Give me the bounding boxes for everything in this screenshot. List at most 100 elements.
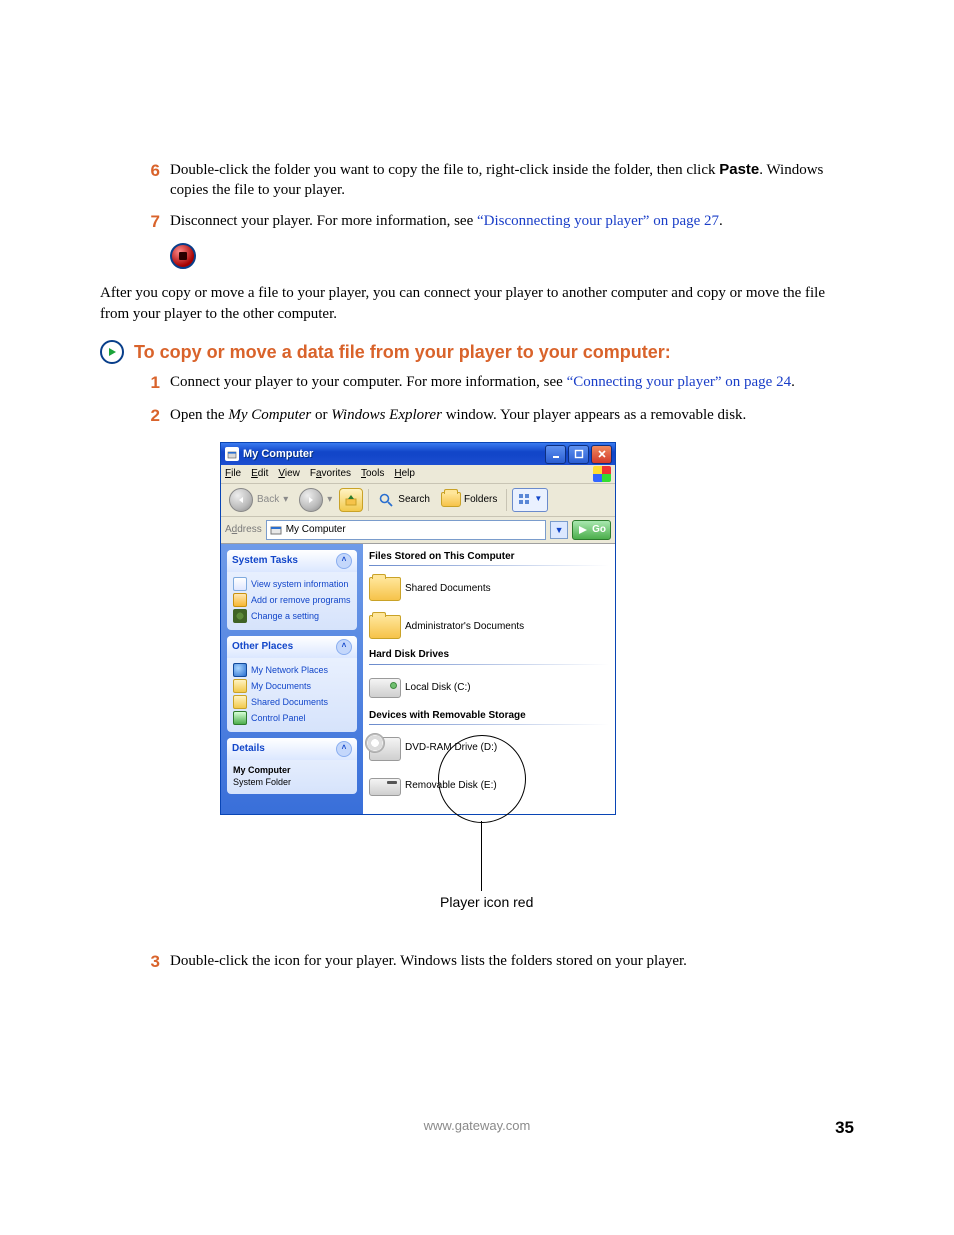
list-item[interactable]: Shared Documents xyxy=(369,572,609,606)
maximize-button[interactable] xyxy=(568,445,589,464)
panel-header[interactable]: Other Places ˄ xyxy=(227,636,357,658)
group-separator xyxy=(369,664,609,665)
step-body: Disconnect your player. For more informa… xyxy=(170,211,854,234)
close-button[interactable] xyxy=(591,445,612,464)
text: Disconnect your player. For more informa… xyxy=(170,213,477,229)
collapse-icon[interactable]: ˄ xyxy=(336,639,352,655)
list-item[interactable]: DVD-RAM Drive (D:) xyxy=(369,731,609,765)
step-number: 6 xyxy=(130,160,170,201)
bridge-paragraph: After you copy or move a file to your pl… xyxy=(100,283,854,324)
screenshot: My Computer File Edit View Favorites Too… xyxy=(220,442,614,815)
menu-edit[interactable]: Edit xyxy=(251,467,268,481)
add-remove-icon xyxy=(233,593,247,607)
task-link[interactable]: Change a setting xyxy=(233,608,351,624)
cross-ref-link[interactable]: “Connecting your player” on page 24 xyxy=(567,374,792,390)
back-label: Back xyxy=(257,493,279,507)
place-link[interactable]: My Documents xyxy=(233,678,351,694)
folder-icon xyxy=(369,577,401,601)
list-item[interactable]: Administrator's Documents xyxy=(369,610,609,644)
menu-file[interactable]: File xyxy=(225,467,241,481)
control-panel-icon xyxy=(233,711,247,725)
back-button[interactable]: Back ▾ xyxy=(225,488,292,512)
folders-button[interactable]: Folders xyxy=(437,489,501,510)
list-item[interactable]: Local Disk (C:) xyxy=(369,671,609,705)
window-titlebar[interactable]: My Computer xyxy=(221,443,615,465)
client-area: System Tasks ˄ View system information A… xyxy=(221,544,615,814)
collapse-icon[interactable]: ˄ xyxy=(336,741,352,757)
step-body: Open the My Computer or Windows Explorer… xyxy=(170,405,854,428)
group-heading: Hard Disk Drives xyxy=(369,648,609,662)
panel-title: Details xyxy=(232,742,265,756)
list-item-removable-disk[interactable]: Removable Disk (E:) xyxy=(369,769,609,803)
up-button[interactable] xyxy=(339,488,363,512)
task-pane: System Tasks ˄ View system information A… xyxy=(221,544,363,814)
text: . xyxy=(719,213,723,229)
collapse-icon[interactable]: ˄ xyxy=(336,553,352,569)
folders-label: Folders xyxy=(464,493,497,507)
folder-icon xyxy=(233,695,247,709)
group-heading: Devices with Removable Storage xyxy=(369,709,609,723)
task-link[interactable]: Add or remove programs xyxy=(233,592,351,608)
step-number: 3 xyxy=(130,951,170,974)
folder-icon xyxy=(233,679,247,693)
settings-icon xyxy=(233,609,247,623)
panel-details: Details ˄ My Computer System Folder xyxy=(227,738,357,794)
panel-title: System Tasks xyxy=(232,554,298,568)
ui-term: Windows Explorer xyxy=(331,407,442,423)
procedure-heading: To copy or move a data file from your pl… xyxy=(134,340,671,364)
step-2: 2 Open the My Computer or Windows Explor… xyxy=(130,405,854,428)
page-footer: www.gateway.com 35 xyxy=(100,1117,854,1135)
dvd-drive-icon xyxy=(369,737,401,761)
menu-favorites[interactable]: Favorites xyxy=(310,467,351,481)
go-button[interactable]: Go xyxy=(572,520,611,540)
menu-view[interactable]: View xyxy=(278,467,300,481)
step-3: 3 Double-click the icon for your player.… xyxy=(130,951,854,974)
text: Double-click the folder you want to copy… xyxy=(170,162,719,178)
ui-term: My Computer xyxy=(228,407,311,423)
my-computer-icon xyxy=(270,524,282,536)
panel-title: Other Places xyxy=(232,640,293,654)
place-link[interactable]: Control Panel xyxy=(233,710,351,726)
play-icon xyxy=(100,340,124,364)
address-dropdown-button[interactable]: ▼ xyxy=(550,521,568,539)
panel-header[interactable]: Details ˄ xyxy=(227,738,357,760)
step-number: 7 xyxy=(130,211,170,234)
step-1: 1 Connect your player to your computer. … xyxy=(130,372,854,395)
search-icon xyxy=(378,492,394,508)
callout-line xyxy=(481,821,482,891)
removable-disk-icon xyxy=(369,778,401,796)
place-link[interactable]: Shared Documents xyxy=(233,694,351,710)
forward-button[interactable]: ▾ xyxy=(295,488,336,512)
content-pane: Files Stored on This Computer Shared Doc… xyxy=(363,544,615,814)
go-arrow-icon xyxy=(577,524,589,536)
address-label: Address xyxy=(225,523,262,537)
views-icon xyxy=(518,493,532,507)
views-button[interactable]: ▼ xyxy=(512,488,548,512)
search-button[interactable]: Search xyxy=(374,488,434,512)
menu-help[interactable]: Help xyxy=(394,467,415,481)
item-label: DVD-RAM Drive (D:) xyxy=(405,741,497,755)
step-body: Double-click the folder you want to copy… xyxy=(170,160,854,201)
app-icon xyxy=(225,447,239,461)
minimize-button[interactable] xyxy=(545,445,566,464)
link-label: My Documents xyxy=(251,680,311,692)
step-number: 2 xyxy=(130,405,170,428)
panel-header[interactable]: System Tasks ˄ xyxy=(227,550,357,572)
text: or xyxy=(311,407,331,423)
task-link[interactable]: View system information xyxy=(233,576,351,592)
cross-ref-link[interactable]: “Disconnecting your player” on page 27 xyxy=(477,213,719,229)
windows-flag-icon xyxy=(593,466,611,482)
place-link[interactable]: My Network Places xyxy=(233,662,351,678)
window-title: My Computer xyxy=(243,447,545,462)
up-folder-icon xyxy=(344,493,358,507)
separator xyxy=(368,489,369,511)
address-input[interactable]: My Computer xyxy=(266,520,546,540)
forward-icon xyxy=(299,488,323,512)
back-icon xyxy=(229,488,253,512)
details-line-1: My Computer xyxy=(233,765,291,775)
link-label: My Network Places xyxy=(251,664,328,676)
go-label: Go xyxy=(592,523,606,537)
chevron-down-icon: ▼ xyxy=(534,494,542,505)
menu-tools[interactable]: Tools xyxy=(361,467,384,481)
standard-toolbar: Back ▾ ▾ Search Folders xyxy=(221,484,615,517)
